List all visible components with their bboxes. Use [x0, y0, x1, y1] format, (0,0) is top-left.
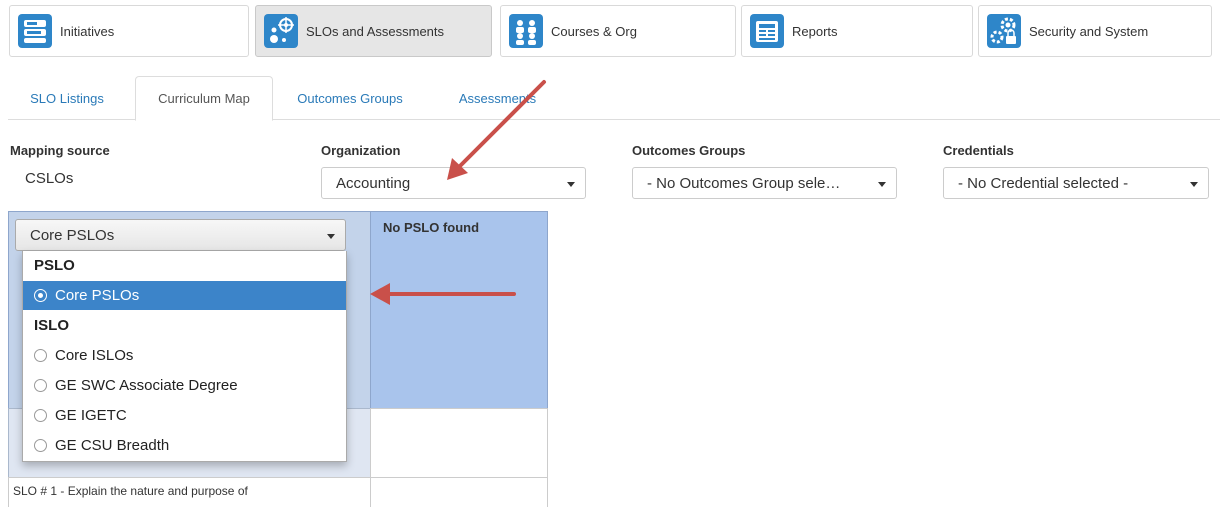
dropdown-option-core-pslos[interactable]: Core PSLOs	[23, 281, 346, 310]
tab-slo-listings[interactable]: SLO Listings	[8, 76, 126, 121]
dropdown-option-ge-igetc[interactable]: GE IGETC	[23, 401, 346, 430]
dropdown-option-label: GE SWC Associate Degree	[55, 377, 238, 394]
slo-row-text: SLO # 1 - Explain the nature and purpose…	[13, 484, 248, 498]
grid-row-cell[interactable]	[370, 477, 548, 507]
pslo-set-dropdown: PSLO Core PSLOs ISLO Core ISLOs GE SWC A…	[22, 251, 347, 462]
nav-tab-label: Reports	[792, 23, 838, 39]
dropdown-group-label: ISLO	[34, 317, 70, 334]
top-nav: Initiatives SLOs and Assessments Courses…	[0, 0, 1221, 60]
chevron-down-icon	[567, 182, 575, 187]
initiatives-icon	[18, 14, 52, 48]
dropdown-option-label: Core ISLOs	[55, 347, 134, 364]
nav-tab-initiatives[interactable]: Initiatives	[9, 5, 249, 57]
outcomes-groups-select[interactable]: - No Outcomes Group sele…	[632, 167, 897, 199]
tab-assessments[interactable]: Assessments	[440, 76, 555, 121]
grid-row-cell[interactable]	[370, 408, 548, 478]
no-pslo-text: No PSLO found	[383, 220, 480, 235]
people-icon	[509, 14, 543, 48]
nav-tab-security-system[interactable]: Security and System	[978, 5, 1212, 57]
pslo-set-select-value: Core PSLOs	[30, 226, 115, 244]
mapping-source-label: Mapping source	[10, 143, 110, 158]
mapping-source-value: CSLOs	[25, 170, 74, 187]
grid-row-slo-cell: SLO # 1 - Explain the nature and purpose…	[8, 477, 371, 507]
outcomes-groups-label: Outcomes Groups	[632, 143, 746, 158]
dropdown-group-label: PSLO	[34, 257, 75, 274]
slo-target-icon	[264, 14, 298, 48]
radio-icon	[34, 439, 47, 452]
credentials-label: Credentials	[943, 143, 1014, 158]
organization-select-value: Accounting	[336, 174, 411, 192]
credentials-select[interactable]: - No Credential selected -	[943, 167, 1209, 199]
grid-header-pslo-cell: No PSLO found	[370, 211, 548, 409]
pslo-set-select[interactable]: Core PSLOs	[15, 219, 346, 251]
radio-icon	[34, 349, 47, 362]
organization-label: Organization	[321, 143, 401, 158]
gear-lock-icon	[987, 14, 1021, 48]
tab-curriculum-map[interactable]: Curriculum Map	[135, 76, 273, 121]
radio-icon	[34, 409, 47, 422]
organization-select[interactable]: Accounting	[321, 167, 586, 199]
dropdown-option-ge-csu-breadth[interactable]: GE CSU Breadth	[23, 431, 346, 460]
dropdown-option-core-islos[interactable]: Core ISLOs	[23, 341, 346, 370]
nav-tab-label: Security and System	[1029, 23, 1149, 39]
dropdown-option-label: Core PSLOs	[55, 287, 140, 304]
nav-tab-label: Courses & Org	[551, 23, 637, 39]
nav-tab-slos-assessments[interactable]: SLOs and Assessments	[255, 5, 492, 57]
nav-tab-reports[interactable]: Reports	[741, 5, 973, 57]
tab-outcomes-groups[interactable]: Outcomes Groups	[280, 76, 420, 121]
dropdown-option-label: GE IGETC	[55, 407, 127, 424]
radio-icon	[34, 379, 47, 392]
sub-tabs: SLO Listings Curriculum Map Outcomes Gro…	[8, 76, 1220, 121]
nav-tab-courses-org[interactable]: Courses & Org	[500, 5, 736, 57]
credentials-select-value: - No Credential selected -	[958, 174, 1129, 192]
radio-selected-icon	[34, 289, 47, 302]
chevron-down-icon	[1190, 182, 1198, 187]
dropdown-option-label: GE CSU Breadth	[55, 437, 170, 454]
report-icon	[750, 14, 784, 48]
dropdown-option-ge-swc-associate-degree[interactable]: GE SWC Associate Degree	[23, 371, 346, 400]
chevron-down-icon	[878, 182, 886, 187]
nav-tab-label: Initiatives	[60, 23, 115, 39]
nav-tab-label: SLOs and Assessments	[306, 23, 445, 39]
chevron-down-icon	[327, 234, 335, 239]
outcomes-groups-select-value: - No Outcomes Group sele…	[647, 174, 841, 192]
